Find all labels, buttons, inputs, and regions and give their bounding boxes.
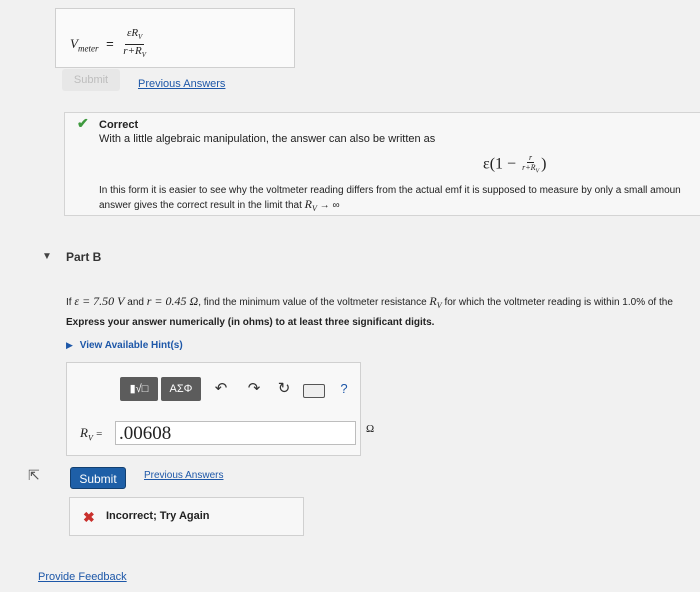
correct-feedback-box: ✔ Correct With a little algebraic manipu… xyxy=(64,112,700,216)
feedback-line3: answer gives the correct result in the l… xyxy=(99,197,340,213)
feedback-formula: ε(1 − r r+RV ) xyxy=(483,153,546,177)
help-button[interactable]: ? xyxy=(337,379,351,399)
formula-prefix: ε(1 − xyxy=(483,155,517,173)
question-rv: R xyxy=(429,294,437,308)
answer-denominator: r+R xyxy=(123,45,142,58)
question-emf: ε = 7.50 V xyxy=(74,294,125,308)
mouse-cursor-icon: ⇱ xyxy=(28,467,40,483)
formula-numerator: r xyxy=(527,153,535,163)
formula-denominator-sub: V xyxy=(535,168,540,175)
answer-numerator-sub: V xyxy=(138,33,143,42)
feedback-line2: In this form it is easier to see why the… xyxy=(99,185,681,196)
question-text-4: for which the voltmeter reading is withi… xyxy=(444,297,673,308)
provide-feedback-link[interactable]: Provide Feedback xyxy=(38,571,127,583)
part-a-previous-answers-link[interactable]: Previous Answers xyxy=(138,78,225,90)
collapse-arrow-icon[interactable]: ▼ xyxy=(42,251,52,262)
feedback-line3-math: R xyxy=(304,197,312,211)
answer-numerator: εR xyxy=(126,27,139,39)
part-b-instruction: Express your answer numerically (in ohms… xyxy=(66,317,435,328)
input-label-equals: = xyxy=(96,428,103,440)
question-rv-sub: V xyxy=(436,301,442,310)
part-b-submit-button[interactable]: Submit xyxy=(70,467,126,489)
part-b-question: If ε = 7.50 V and r = 0.45 Ω, find the m… xyxy=(66,294,700,310)
part-b-previous-answers-link[interactable]: Previous Answers xyxy=(144,470,223,481)
feedback-line3-prefix: answer gives the correct result in the l… xyxy=(99,200,302,211)
incorrect-message: Incorrect; Try Again xyxy=(106,510,210,522)
answer-expression: Vmeter = εRV r+RV xyxy=(70,27,148,62)
formula-suffix: ) xyxy=(541,155,547,173)
question-text-2: and xyxy=(127,297,144,308)
input-label-symbol: R xyxy=(80,425,88,440)
part-a-submit-button[interactable]: Submit xyxy=(62,69,120,91)
view-hints-label: View Available Hint(s) xyxy=(79,340,183,351)
expand-triangle-icon: ▶ xyxy=(66,340,73,350)
question-text-3: , find the minimum value of the voltmete… xyxy=(198,297,427,308)
templates-button[interactable]: ▮√□ xyxy=(120,377,158,401)
feedback-title: Correct xyxy=(99,119,139,131)
x-mark-icon: ✖ xyxy=(83,509,95,525)
checkmark-icon: ✔ xyxy=(77,115,89,131)
feedback-line1: With a little algebraic manipulation, th… xyxy=(99,133,436,145)
question-text-1: If xyxy=(66,297,72,308)
input-label: RV = xyxy=(80,425,102,443)
answer-lhs-subscript: meter xyxy=(77,43,99,54)
previous-answer-box: Vmeter = εRV r+RV xyxy=(55,8,295,68)
view-hints-link[interactable]: ▶ View Available Hint(s) xyxy=(66,340,183,351)
answer-fraction: εRV r+RV xyxy=(121,27,148,62)
input-label-sub: V xyxy=(87,433,93,443)
redo-icon[interactable]: ↷ xyxy=(245,379,263,399)
feedback-line3-math-sub: V xyxy=(312,204,317,213)
answer-lhs: V xyxy=(70,36,78,52)
answer-input-field[interactable]: .00608 xyxy=(115,421,356,445)
undo-icon[interactable]: ↶ xyxy=(212,379,230,399)
greek-symbols-button[interactable]: AΣΦ xyxy=(161,377,201,401)
incorrect-feedback-box: ✖ Incorrect; Try Again xyxy=(69,497,304,536)
answer-denominator-sub: V xyxy=(141,51,147,60)
feedback-line3-suffix: → ∞ xyxy=(319,200,340,211)
question-r: r = 0.45 Ω xyxy=(146,294,199,308)
unit-label: Ω xyxy=(366,423,375,435)
reset-icon[interactable]: ↻ xyxy=(275,379,293,399)
formula-denominator: r+R xyxy=(522,163,536,172)
keyboard-icon[interactable] xyxy=(303,384,325,398)
answer-equals: = xyxy=(106,36,114,52)
part-b-title[interactable]: Part B xyxy=(66,250,101,264)
